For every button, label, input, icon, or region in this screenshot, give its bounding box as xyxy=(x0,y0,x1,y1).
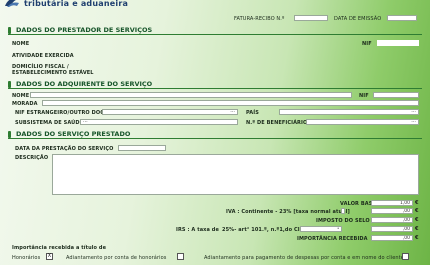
health-subsystem-label: SUBSISTEMA DE SAÚDE xyxy=(15,120,84,126)
issue-date-field[interactable] xyxy=(387,15,417,21)
service-date-field[interactable] xyxy=(118,145,166,151)
advance-fees-checkbox[interactable] xyxy=(177,253,184,260)
irs-label: IRS : A taxa de xyxy=(176,227,219,233)
acquirer-name-field[interactable] xyxy=(30,92,352,98)
beneficiary-label: N.º DE BENEFICIÁRIO xyxy=(246,120,308,126)
address-label-line2: ESTABELECIMENTO ESTÁVEL xyxy=(12,70,94,76)
iva-value-field[interactable]: ,00 xyxy=(371,208,413,214)
stamp-currency: € xyxy=(415,217,419,223)
beneficiary-field[interactable]: ... xyxy=(306,119,419,125)
activity-label: ATIVIDADE EXERCIDA xyxy=(12,53,74,59)
country-dropdown-icon: ... xyxy=(411,109,416,114)
description-label: DESCRIÇÃO xyxy=(15,155,49,161)
acquirer-name-label: NOME xyxy=(12,93,30,99)
invoice-number-label: FATURA-RECIBO N.º xyxy=(234,16,285,22)
acquirer-address-field[interactable] xyxy=(42,100,419,106)
acquirer-section-title: DADOS DO ADQUIRENTE DO SERVIÇO xyxy=(16,80,153,88)
beneficiary-dropdown-icon: ... xyxy=(411,119,416,124)
irs-currency: € xyxy=(415,226,419,232)
country-select[interactable]: ... xyxy=(279,109,419,115)
provider-nif-field[interactable] xyxy=(377,40,419,46)
irs-value-field[interactable]: ,00 xyxy=(371,226,413,232)
advance-fees-label: Adiantamento por conta de honorários xyxy=(66,255,167,261)
foreign-nif-select[interactable]: ... xyxy=(102,109,238,115)
tax-authority-logo-icon xyxy=(5,0,19,7)
provider-name-label: NOME xyxy=(12,41,30,47)
received-currency: € xyxy=(415,235,419,241)
provider-nif-label: NIF xyxy=(362,41,372,47)
brand-text: tributária e aduaneira xyxy=(24,0,129,8)
health-subsystem-dropdown-icon: ... xyxy=(83,119,88,124)
advance-expenses-label: Adiantamento para pagamento de despesas … xyxy=(204,255,404,261)
country-label: PAÍS xyxy=(246,110,259,116)
stamp-duty-label: IMPOSTO DO SELO xyxy=(316,218,370,224)
fees-checkbox[interactable]: X xyxy=(46,253,53,260)
irs-rate-select[interactable]: : xyxy=(300,226,342,232)
acquirer-section-header: DADOS DO ADQUIRENTE DO SERVIÇO xyxy=(8,80,422,89)
provider-section-header: DADOS DO PRESTADOR DE SERVIÇOS xyxy=(8,26,422,35)
service-date-label: DATA DA PRESTAÇÃO DO SERVIÇO xyxy=(15,146,114,152)
stamp-duty-field[interactable]: ,00 xyxy=(371,217,413,223)
fees-label: Honorários xyxy=(12,255,41,261)
irs-colon: : xyxy=(337,226,339,231)
advance-expenses-checkbox[interactable] xyxy=(402,253,409,260)
provider-section-title: DADOS DO PRESTADOR DE SERVIÇOS xyxy=(16,26,153,34)
acquirer-nif-label: NIF xyxy=(359,93,369,99)
acquirer-nif-field[interactable] xyxy=(373,92,419,98)
received-title: Importância recebida a título de xyxy=(12,245,107,251)
iva-label: IVA : Continente - 23% [taxa normal atua… xyxy=(226,209,350,215)
base-currency: € xyxy=(415,200,419,206)
amount-received-label: IMPORTÂNCIA RECEBIDA xyxy=(297,236,368,242)
base-value-field[interactable]: 1,00 xyxy=(371,200,413,206)
description-textarea[interactable] xyxy=(52,154,419,195)
foreign-nif-dropdown-icon: ... xyxy=(230,109,235,114)
iva-select[interactable] xyxy=(341,208,345,214)
issue-date-label: DATA DE EMISSÃO xyxy=(334,16,382,22)
health-subsystem-select[interactable]: ... xyxy=(80,119,238,125)
service-section-title: DADOS DO SERVIÇO PRESTADO xyxy=(16,130,131,138)
irs-rate-text: 25%- art° 101.º, n.º1,do CIRS. xyxy=(222,227,310,233)
acquirer-address-label: MORADA xyxy=(12,101,38,107)
service-section-header: DADOS DO SERVIÇO PRESTADO xyxy=(8,130,422,139)
iva-currency: € xyxy=(415,208,419,214)
amount-received-field[interactable]: ,00 xyxy=(371,235,413,241)
invoice-number-field[interactable] xyxy=(294,15,328,21)
